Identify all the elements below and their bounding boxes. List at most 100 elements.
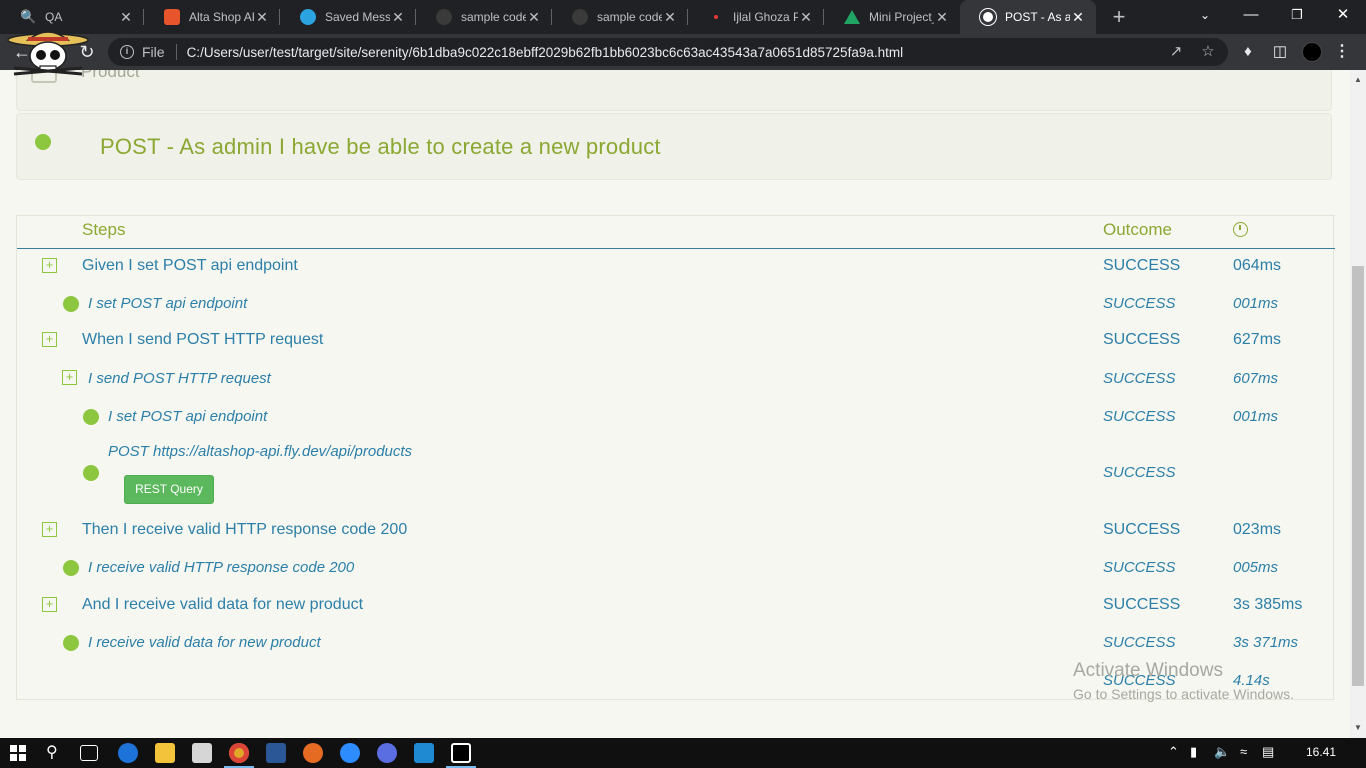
expand-icon[interactable]: + — [42, 258, 57, 273]
store-icon[interactable] — [192, 743, 212, 763]
step-description: I send POST HTTP request — [88, 370, 271, 387]
success-check-icon — [63, 296, 79, 312]
step-duration: 627ms — [1233, 331, 1282, 348]
step-outcome: SUCCESS — [1103, 257, 1181, 274]
zoom-icon[interactable] — [340, 743, 360, 763]
restore-icon[interactable]: ❐ — [1274, 0, 1320, 30]
step-outcome: SUCCESS — [1103, 408, 1176, 425]
serenity-favicon-icon — [980, 9, 996, 25]
firefox-icon[interactable] — [303, 743, 323, 763]
windows-taskbar: ⚲ ⌃ ▮ 🔈 ≈ ▤ 16.41 — [0, 738, 1366, 768]
activate-windows-title: Activate Windows — [1073, 660, 1223, 681]
search-icon: 🔍 — [20, 9, 37, 24]
url-text: C:/Users/user/test/target/site/serenity/… — [186, 44, 904, 60]
step-row: + Given I set POST api endpoint SUCCESS … — [17, 251, 1335, 289]
step-description: I set POST api endpoint — [108, 408, 268, 425]
avatar[interactable] — [1302, 42, 1322, 62]
rest-query-button[interactable]: REST Query — [124, 475, 214, 504]
show-hidden-icons-icon[interactable]: ⌃ — [1168, 744, 1179, 760]
close-icon[interactable]: ✕ — [118, 9, 134, 26]
github-favicon-icon — [436, 9, 452, 25]
address-bar[interactable]: i File C:/Users/user/test/target/site/se… — [108, 38, 1228, 66]
report-page: Product POST - As admin I have be able t… — [0, 70, 1350, 738]
chrome-icon[interactable] — [229, 743, 249, 763]
step-outcome: SUCCESS — [1103, 521, 1181, 538]
close-icon[interactable]: ✕ — [934, 9, 950, 26]
steps-column-header: Steps — [82, 220, 126, 239]
step-row: I set POST api endpoint SUCCESS 001ms — [17, 289, 1335, 327]
step-duration: 001ms — [1233, 295, 1279, 312]
step-row: + When I send POST HTTP request SUCCESS … — [17, 326, 1335, 364]
scenario-card: POST - As admin I have be able to create… — [16, 113, 1332, 180]
edge-icon[interactable] — [118, 743, 138, 763]
taskbar-clock[interactable]: 16.41 — [1306, 745, 1336, 759]
step-duration: 607ms — [1233, 370, 1279, 387]
expand-icon[interactable]: + — [42, 597, 57, 612]
task-view-icon[interactable] — [80, 745, 98, 761]
tab-saved-messages[interactable]: Saved Messag ✕ — [280, 0, 416, 34]
tab-mini-project[interactable]: Mini Project_( ✕ — [824, 0, 960, 34]
tab-post-as-admin[interactable]: POST - As adr ✕ — [960, 0, 1096, 34]
tab-alta-shop-api[interactable]: Alta Shop API ✕ — [144, 0, 280, 34]
close-icon[interactable]: ✕ — [1070, 9, 1086, 26]
notification-icon[interactable]: ▤ — [1262, 744, 1274, 760]
tab-sample-codes-2[interactable]: sample codes ✕ — [552, 0, 688, 34]
step-row: POST https://altashop-api.fly.dev/api/pr… — [17, 439, 1335, 505]
step-duration: 064ms — [1233, 257, 1282, 274]
scroll-up-icon[interactable]: ▲ — [1350, 72, 1366, 88]
close-icon[interactable]: ✕ — [254, 9, 270, 26]
menu-icon[interactable]: ⋮ — [1334, 42, 1350, 62]
intellij-icon[interactable] — [451, 743, 471, 763]
success-check-icon — [63, 635, 79, 651]
tab-label: sample codes — [597, 10, 662, 24]
expand-icon[interactable]: + — [42, 332, 57, 347]
pirate-skull-icon — [7, 31, 89, 76]
notification-dot-icon — [708, 9, 724, 25]
battery-icon[interactable]: ▮ — [1190, 744, 1197, 760]
step-description: Then I receive valid HTTP response code … — [82, 521, 408, 538]
side-panel-icon[interactable]: ◫ — [1270, 42, 1290, 62]
step-row: + I send POST HTTP request SUCCESS 607ms — [17, 364, 1335, 402]
expand-icon[interactable]: + — [42, 522, 57, 537]
step-duration: 3s 385ms — [1233, 596, 1303, 613]
step-duration: 001ms — [1233, 408, 1279, 425]
new-tab-button[interactable]: + — [1106, 4, 1132, 30]
share-icon[interactable]: ↗ — [1166, 42, 1186, 62]
expand-icon[interactable]: + — [62, 370, 77, 385]
scroll-thumb[interactable] — [1352, 266, 1364, 686]
tab-label: QA — [45, 10, 63, 24]
tab-label: Ijlal Ghoza Pu — [733, 10, 798, 24]
extensions-icon[interactable]: ♦ — [1238, 42, 1258, 62]
minimize-icon[interactable]: — — [1228, 0, 1274, 30]
activate-windows-subtitle: Go to Settings to activate Windows. — [1073, 686, 1294, 702]
file-explorer-icon[interactable] — [155, 743, 175, 763]
close-window-icon[interactable]: ✕ — [1320, 0, 1366, 30]
close-icon[interactable]: ✕ — [662, 9, 678, 26]
step-row: + And I receive valid data for new produ… — [17, 590, 1335, 628]
step-duration: 005ms — [1233, 559, 1279, 576]
tab-search-icon[interactable]: ⌄ — [1182, 0, 1228, 30]
step-outcome: SUCCESS — [1103, 331, 1181, 348]
wifi-icon[interactable]: ≈ — [1240, 744, 1247, 759]
word-icon[interactable] — [266, 743, 286, 763]
step-outcome: SUCCESS — [1103, 464, 1176, 481]
windows-start-icon[interactable] — [10, 745, 26, 761]
step-description: And I receive valid data for new product — [82, 596, 364, 613]
search-icon[interactable]: ⚲ — [46, 742, 58, 762]
vscode-icon[interactable] — [414, 743, 434, 763]
close-icon[interactable]: ✕ — [526, 9, 542, 26]
tab-sample-codes-1[interactable]: sample codes ✕ — [416, 0, 552, 34]
info-icon[interactable]: i — [120, 45, 134, 59]
close-icon[interactable]: ✕ — [798, 9, 814, 26]
step-description: I receive valid HTTP response code 200 — [88, 559, 355, 576]
page-scrollbar[interactable]: ▲ ▼ — [1350, 70, 1366, 738]
step-outcome: SUCCESS — [1103, 634, 1176, 651]
tab-ijlal-ghoza[interactable]: Ijlal Ghoza Pu ✕ — [688, 0, 824, 34]
tab-qa[interactable]: 🔍 QA ✕ — [0, 0, 144, 34]
app-icon[interactable] — [377, 743, 397, 763]
close-icon[interactable]: ✕ — [390, 9, 406, 26]
scroll-down-icon[interactable]: ▼ — [1350, 720, 1366, 736]
volume-icon[interactable]: 🔈 — [1214, 744, 1230, 760]
outcome-column-header: Outcome — [1103, 220, 1172, 239]
bookmark-star-icon[interactable]: ☆ — [1198, 42, 1218, 62]
